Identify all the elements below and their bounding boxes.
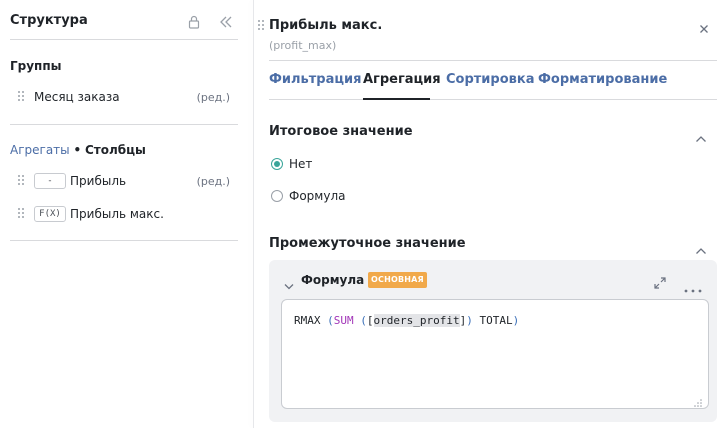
aggregates-title: Агрегаты • Столбцы <box>10 143 146 157</box>
expand-icon[interactable] <box>654 274 666 289</box>
code-keyword: SUM <box>333 314 354 327</box>
aggregation-chip[interactable]: - <box>34 173 66 189</box>
tab-aggregation[interactable]: Агрегация <box>363 72 441 87</box>
aggregate-label: Прибыль макс. <box>70 207 164 221</box>
group-label: Месяц заказа <box>34 90 120 104</box>
drag-handle-icon[interactable] <box>18 91 26 103</box>
chevron-down-icon[interactable] <box>284 275 294 290</box>
formula-editor[interactable]: RMAX (SUM ([orders_profit]) TOTAL) <box>281 299 709 409</box>
total-value-title: Итоговое значение <box>269 124 413 139</box>
active-tab-indicator <box>363 98 430 100</box>
code-total: TOTAL <box>479 314 513 327</box>
edit-link[interactable]: (ред.) <box>197 175 230 188</box>
divider <box>10 240 238 241</box>
code-bracket: [ <box>366 314 374 327</box>
code-paren: ( <box>327 314 334 327</box>
divider <box>10 124 238 125</box>
radio-formula-label: Формула <box>289 189 346 203</box>
radio-formula[interactable] <box>271 190 283 202</box>
columns-label: Столбцы <box>84 143 146 157</box>
formula-code[interactable]: RMAX (SUM ([orders_profit]) TOTAL) <box>294 314 519 327</box>
formula-card: Формула ОСНОВНАЯ RMAX (SUM ([orders_prof… <box>269 260 717 422</box>
code-function: RMAX <box>294 314 321 327</box>
tab-formatting[interactable]: Форматирование <box>538 72 667 87</box>
edit-link[interactable]: (ред.) <box>197 91 230 104</box>
aggregate-label: Прибыль <box>70 174 127 188</box>
resize-handle-icon[interactable] <box>693 393 703 407</box>
field-title: Прибыль макс. <box>269 18 383 33</box>
structure-header: Структура <box>10 12 238 40</box>
drag-handle-icon[interactable] <box>258 20 266 32</box>
aggregates-tab-link[interactable]: Агрегаты <box>10 143 70 157</box>
code-field: orders_profit <box>373 314 460 327</box>
radio-none-label: Нет <box>289 157 313 171</box>
separator-dot: • <box>73 143 82 157</box>
more-icon[interactable] <box>684 278 702 293</box>
tab-sorting[interactable]: Сортировка <box>446 72 534 87</box>
field-id: (profit_max) <box>269 39 337 52</box>
group-row-month[interactable]: Месяц заказа (ред.) <box>10 87 238 109</box>
code-paren: ) <box>466 314 473 327</box>
close-icon[interactable] <box>698 20 710 33</box>
code-paren: ( <box>360 314 367 327</box>
drag-handle-icon[interactable] <box>18 175 26 187</box>
aggregate-row-profit[interactable]: - Прибыль (ред.) <box>10 171 238 193</box>
tab-filtering[interactable]: Фильтрация <box>269 72 361 87</box>
structure-panel: Структура Группы Месяц заказа (ред.) Агр… <box>0 0 254 428</box>
chevron-up-icon[interactable] <box>695 240 707 254</box>
structure-title: Структура <box>10 13 88 28</box>
tab-bar: Фильтрация Агрегация Сортировка Форматир… <box>269 60 717 100</box>
primary-badge: ОСНОВНАЯ <box>368 272 427 288</box>
double-chevron-left-icon[interactable] <box>218 14 234 28</box>
groups-title: Группы <box>10 59 62 73</box>
drag-handle-icon[interactable] <box>18 208 26 220</box>
code-paren: ) <box>512 314 520 327</box>
chevron-up-icon[interactable] <box>695 128 707 142</box>
intermediate-value-title: Промежуточное значение <box>269 236 466 251</box>
aggregate-row-profit-max[interactable]: F(X) Прибыль макс. <box>10 204 238 226</box>
lock-icon[interactable] <box>187 14 201 29</box>
formula-title: Формула <box>301 273 365 287</box>
field-settings-panel: Прибыль макс. (profit_max) Фильтрация Аг… <box>254 0 727 428</box>
formula-chip[interactable]: F(X) <box>34 206 66 222</box>
radio-none[interactable] <box>271 158 283 170</box>
